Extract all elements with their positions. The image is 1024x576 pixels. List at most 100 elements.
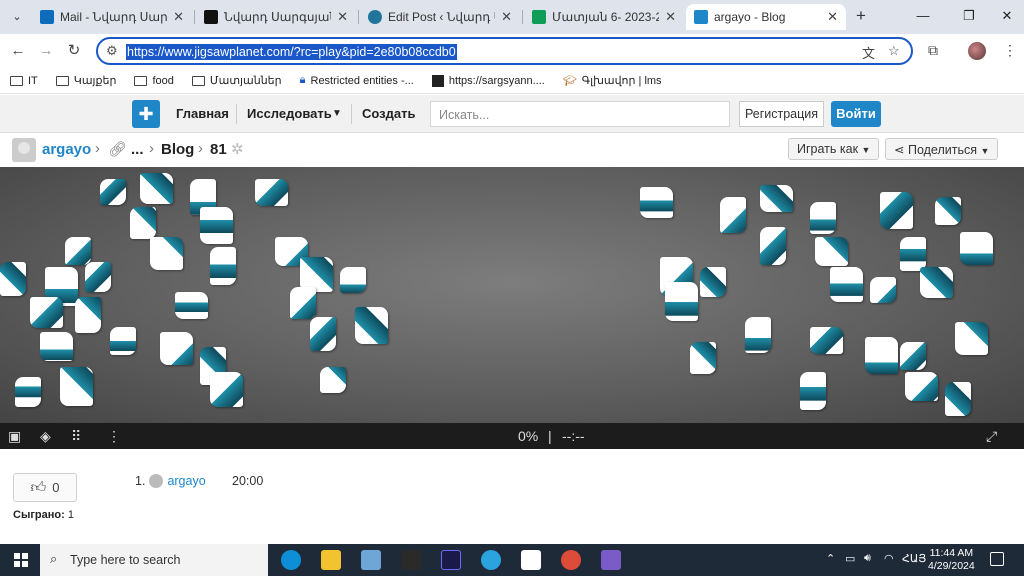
language-indicator[interactable]: ՀԱՅ xyxy=(902,552,926,565)
close-icon[interactable]: ✕ xyxy=(665,9,676,25)
puzzle-piece[interactable] xyxy=(15,377,41,407)
breadcrumb-folder[interactable]: Blog xyxy=(161,141,194,158)
back-icon[interactable]: ← xyxy=(9,42,27,60)
puzzle-piece[interactable] xyxy=(720,197,746,233)
puzzle-piece[interactable] xyxy=(175,292,208,319)
bookmark-lms[interactable]: 🎓︎ Գլխավոր | lms xyxy=(563,74,662,87)
puzzle-piece[interactable] xyxy=(870,277,896,303)
address-bar[interactable]: ⚙ https://www.jigsawplanet.com/?rc=play&… xyxy=(96,37,913,65)
leaderboard-user[interactable]: argayo xyxy=(167,474,205,488)
puzzle-piece[interactable] xyxy=(665,282,698,321)
puzzle-piece[interactable] xyxy=(255,179,288,206)
like-button[interactable]: 👍︎ 0 xyxy=(13,473,77,502)
fullscreen-icon[interactable]: ⤢ xyxy=(986,428,997,445)
url-text[interactable]: https://www.jigsawplanet.com/?rc=play&pi… xyxy=(126,44,457,60)
site-search-input[interactable]: Искать... xyxy=(430,101,730,127)
puzzle-piece[interactable] xyxy=(60,367,93,406)
profile-avatar[interactable] xyxy=(968,42,986,60)
puzzle-piece[interactable] xyxy=(700,267,726,297)
volume-icon[interactable]: 🔊︎ xyxy=(864,552,871,565)
puzzle-piece[interactable] xyxy=(290,287,316,319)
telegram-icon[interactable] xyxy=(481,550,501,570)
bookmark-sargsyann[interactable]: https://sargsyann.... xyxy=(431,74,545,87)
puzzle-piece[interactable] xyxy=(815,237,848,266)
breadcrumb-user[interactable]: argayo xyxy=(42,141,91,158)
play-as-button[interactable]: Играть как ▼ xyxy=(788,138,880,160)
scatter-pieces-icon[interactable]: ⠿ xyxy=(71,428,81,445)
site-info-icon[interactable]: ⚙ xyxy=(106,43,118,59)
puzzle-piece[interactable] xyxy=(960,232,993,265)
menu-kebab-icon[interactable]: ⋮ xyxy=(1003,42,1017,59)
nav-create[interactable]: Создать xyxy=(362,106,415,121)
puzzle-piece[interactable] xyxy=(945,382,971,416)
photoshop-icon[interactable] xyxy=(441,550,461,570)
capcut-icon[interactable] xyxy=(521,550,541,570)
minimize-icon[interactable]: — xyxy=(912,6,934,26)
nav-home[interactable]: Главная xyxy=(176,106,229,121)
extensions-icon[interactable]: ⧉ xyxy=(928,42,938,59)
tab-sheets[interactable]: Մատյան 6- 2023-2024 ✕ xyxy=(524,4,684,30)
puzzle-piece[interactable] xyxy=(800,372,826,410)
bookmark-journals[interactable]: Մատյաններ xyxy=(191,74,282,87)
app-icon[interactable] xyxy=(361,550,381,570)
puzzle-piece[interactable] xyxy=(690,342,716,374)
puzzle-piece[interactable] xyxy=(880,192,913,229)
puzzle-piece[interactable] xyxy=(210,247,236,285)
puzzle-piece[interactable] xyxy=(935,197,961,225)
taskbar-search-input[interactable]: ⌕ Type here to search xyxy=(40,544,268,576)
tab-mail[interactable]: Mail - Նվարդ Սարգսյա ✕ xyxy=(32,4,192,30)
puzzle-piece[interactable] xyxy=(830,267,863,302)
ghost-image-icon[interactable]: ◈ xyxy=(40,428,51,445)
chevron-down-icon[interactable]: ▼ xyxy=(332,108,342,119)
puzzle-piece[interactable] xyxy=(810,202,836,234)
app-icon[interactable] xyxy=(401,550,421,570)
puzzle-piece[interactable] xyxy=(75,297,101,333)
image-preview-icon[interactable]: ▣ xyxy=(8,428,21,445)
login-button[interactable]: Войти xyxy=(831,101,881,127)
puzzle-piece[interactable] xyxy=(100,179,126,205)
share-button[interactable]: ⋖ Поделиться ▼ xyxy=(885,138,999,160)
reload-icon[interactable]: ↻ xyxy=(65,42,83,60)
breadcrumb-ellipsis[interactable]: ... xyxy=(131,141,144,158)
close-window-icon[interactable]: ✕ xyxy=(996,6,1018,26)
puzzle-piece[interactable] xyxy=(130,207,156,239)
taskbar-clock[interactable]: 11:44 AM 4/29/2024 xyxy=(928,547,975,573)
bookmark-food[interactable]: food xyxy=(134,75,174,87)
bookmark-sites[interactable]: Կայքեր xyxy=(55,74,116,87)
chrome-icon[interactable] xyxy=(561,550,581,570)
edge-icon[interactable] xyxy=(281,550,301,570)
puzzle-piece[interactable] xyxy=(140,173,173,204)
tab-search-chevron-icon[interactable]: ⌄ xyxy=(6,6,28,28)
puzzle-piece[interactable] xyxy=(955,322,988,355)
puzzle-piece[interactable] xyxy=(810,327,843,354)
puzzle-piece[interactable] xyxy=(310,317,336,351)
puzzle-piece[interactable] xyxy=(865,337,898,374)
register-button[interactable]: Регистрация xyxy=(739,101,824,127)
jigsawplanet-logo[interactable]: ✚ xyxy=(132,100,160,128)
forward-icon[interactable]: → xyxy=(37,42,55,60)
avatar[interactable] xyxy=(12,138,36,162)
file-explorer-icon[interactable] xyxy=(321,550,341,570)
translate-icon[interactable]: 文 xyxy=(862,43,875,62)
puzzle-piece[interactable] xyxy=(150,237,183,270)
puzzle-piece[interactable] xyxy=(900,237,926,271)
puzzle-piece[interactable] xyxy=(30,297,63,328)
puzzle-piece[interactable] xyxy=(355,307,388,344)
tab-edit-post[interactable]: Edit Post ‹ Նվարդ Սար ✕ xyxy=(360,4,520,30)
puzzle-piece[interactable] xyxy=(340,267,366,293)
close-icon[interactable]: ✕ xyxy=(827,9,838,25)
puzzle-piece[interactable] xyxy=(900,342,926,370)
nav-explore[interactable]: Исследовать xyxy=(247,106,332,121)
close-icon[interactable]: ✕ xyxy=(337,9,348,25)
tab-argayo-blog[interactable]: argayo - Blog ✕ xyxy=(686,4,846,30)
chevron-up-icon[interactable]: ⌃ xyxy=(826,552,835,565)
puzzle-piece[interactable] xyxy=(110,327,136,355)
restore-icon[interactable]: ❐ xyxy=(958,6,980,26)
puzzle-piece[interactable] xyxy=(760,185,793,212)
bookmark-it[interactable]: IT xyxy=(10,75,38,87)
puzzle-piece[interactable] xyxy=(65,237,91,265)
windows-start-icon[interactable] xyxy=(14,553,28,567)
notification-icon[interactable] xyxy=(990,552,1004,566)
puzzle-piece[interactable] xyxy=(210,372,243,407)
puzzle-piece[interactable] xyxy=(40,332,73,361)
